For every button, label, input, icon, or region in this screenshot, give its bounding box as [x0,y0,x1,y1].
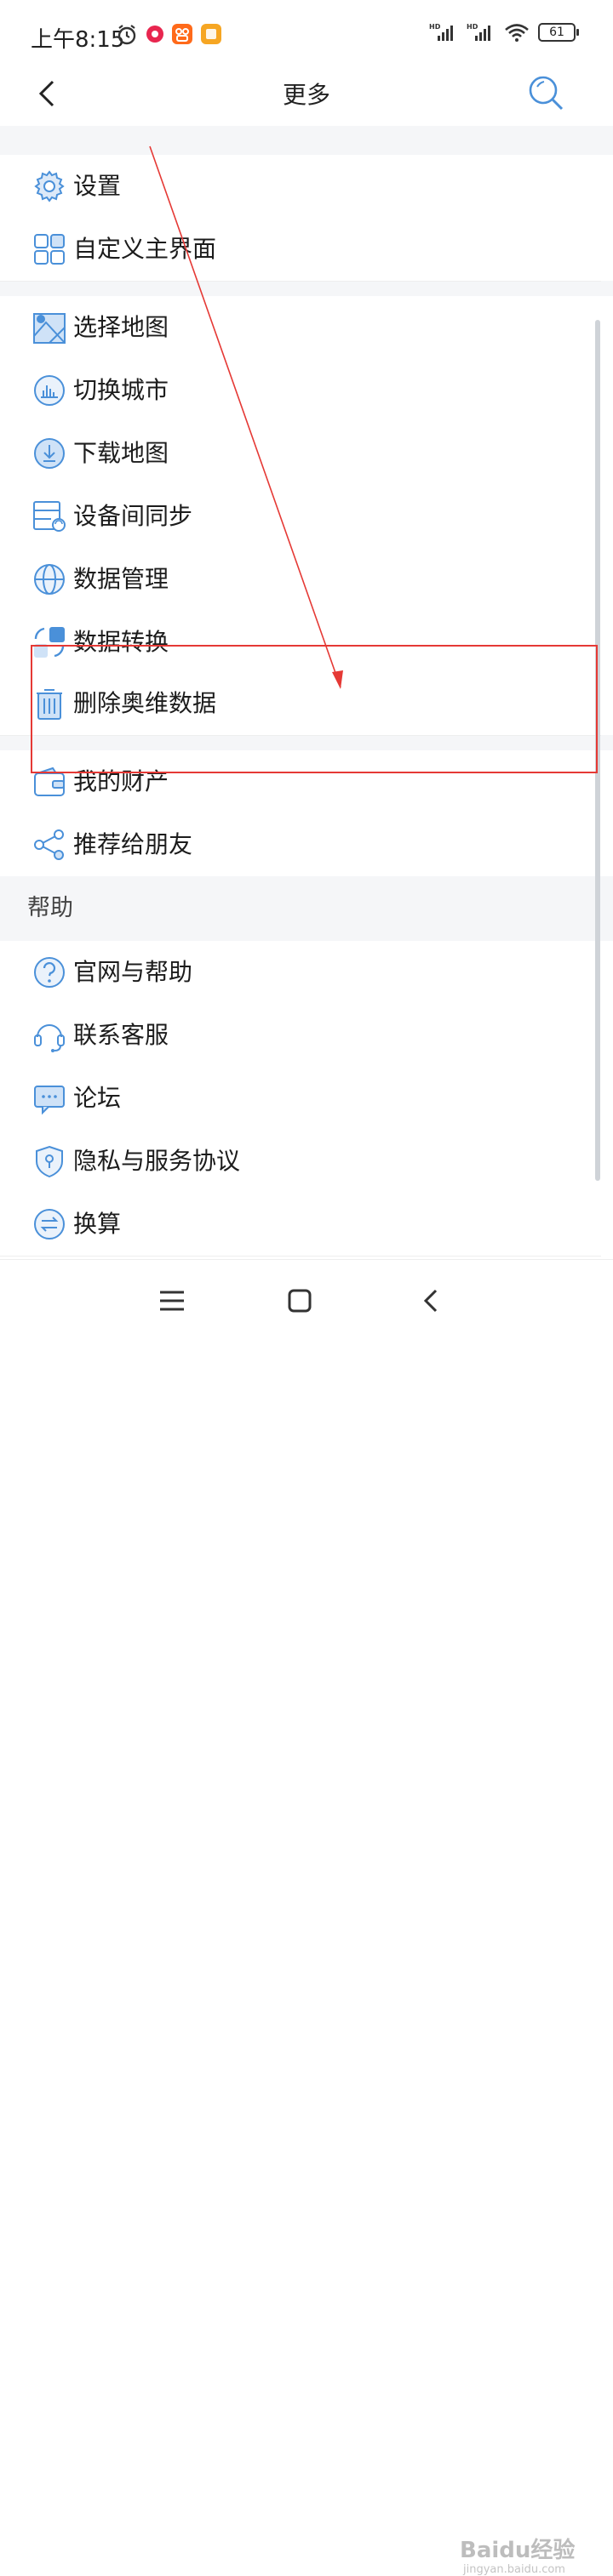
home-square-icon[interactable] [283,1284,317,1318]
system-nav-bar: Baidu经验 jingyan.baidu.com [0,1259,613,2576]
menu-item-label: 联系客服 [73,1021,169,1049]
signal-icon-2: HD [467,23,490,41]
menu-item-switch-city[interactable]: 切换城市 [0,359,601,423]
menu-icon[interactable] [155,1284,189,1318]
share-icon [34,829,64,860]
menu-item-data-management[interactable]: 数据管理 [0,548,601,612]
alarm-icon [117,25,136,45]
menu-item-share-friends[interactable]: 推荐给朋友 [0,813,601,877]
menu-item-label: 隐私与服务协议 [73,1147,241,1175]
status-bar: 上午8:15 HD HD 61 [0,0,613,71]
status-indicators: HD HD 61 [429,22,579,43]
scrollbar[interactable] [595,320,600,1181]
menu-item-customize-home[interactable]: 自定义主界面 [0,218,601,282]
back-nav-icon[interactable] [414,1284,448,1318]
menu-item-label: 论坛 [73,1084,122,1112]
map-icon [33,313,66,344]
section-header-help: 帮助 [0,876,613,941]
signal-icon: HD [429,23,453,41]
menu-item-website-help[interactable]: 官网与帮助 [0,941,601,1005]
menu-item-label: 自定义主界面 [73,235,217,263]
section-header-label: 帮助 [27,895,73,921]
watermark-url: jingyan.baidu.com [463,2563,565,2576]
chat-icon [34,1086,65,1115]
menu-item-label: 删除奥维数据 [73,689,217,717]
search-icon[interactable] [526,71,567,116]
menu-item-label: 选择地图 [73,313,169,341]
notes-app-icon [201,24,221,44]
menu-item-contact-support[interactable]: 联系客服 [0,1004,601,1068]
menu-item-select-map[interactable]: 选择地图 [0,296,601,360]
section-divider [0,281,613,296]
network-label-2: HD [467,23,478,31]
section-divider [0,735,613,750]
menu-item-settings[interactable]: 设置 [0,155,601,219]
wallet-icon [34,767,65,796]
battery-indicator: 61 [538,23,579,42]
convert-icon [34,627,65,658]
menu-item-label: 下载地图 [73,439,169,467]
shield-icon [36,1145,63,1178]
exchange-icon [34,1209,65,1240]
menu-item-label: 官网与帮助 [73,958,193,986]
network-label-1: HD [429,23,441,31]
download-icon [34,438,65,469]
menu-item-label: 换算 [73,1210,122,1238]
menu-item-label: 推荐给朋友 [73,830,193,858]
app-notification-icon [146,26,163,43]
status-time: 上午8:15 [31,27,125,53]
watermark: Baidu经验 [460,2538,576,2563]
menu-item-device-sync[interactable]: 设备间同步 [0,485,601,549]
gear-icon [34,170,65,202]
title-bar: 更多 [0,71,613,126]
kuaishou-app-icon [172,24,192,44]
menu-item-label: 我的财产 [73,767,169,795]
menu-item-label: 数据管理 [73,565,169,593]
menu-item-my-property[interactable]: 我的财产 [0,750,601,814]
sync-icon [33,501,66,532]
grid-icon [34,234,65,265]
menu-item-delete-ovi-data[interactable]: 删除奥维数据 [0,672,601,736]
headset-icon [34,1024,65,1052]
menu-item-download-map[interactable]: 下载地图 [0,422,601,486]
globe-icon [34,564,65,595]
help-icon [34,957,65,988]
menu-item-label: 切换城市 [73,376,169,404]
menu-item-privacy-agreement[interactable]: 隐私与服务协议 [0,1130,601,1194]
menu-item-forum[interactable]: 论坛 [0,1067,601,1131]
city-icon [34,375,65,406]
menu-item-label: 数据转换 [73,628,169,656]
wifi-icon [505,24,529,42]
page-title: 更多 [282,81,330,109]
menu-item-label: 设置 [73,172,122,200]
menu-item-label: 设备间同步 [73,502,193,530]
trash-icon [37,689,62,720]
section-divider [0,126,613,155]
menu-item-data-conversion[interactable]: 数据转换 [0,611,601,675]
menu-item-conversion[interactable]: 换算 [0,1193,601,1257]
